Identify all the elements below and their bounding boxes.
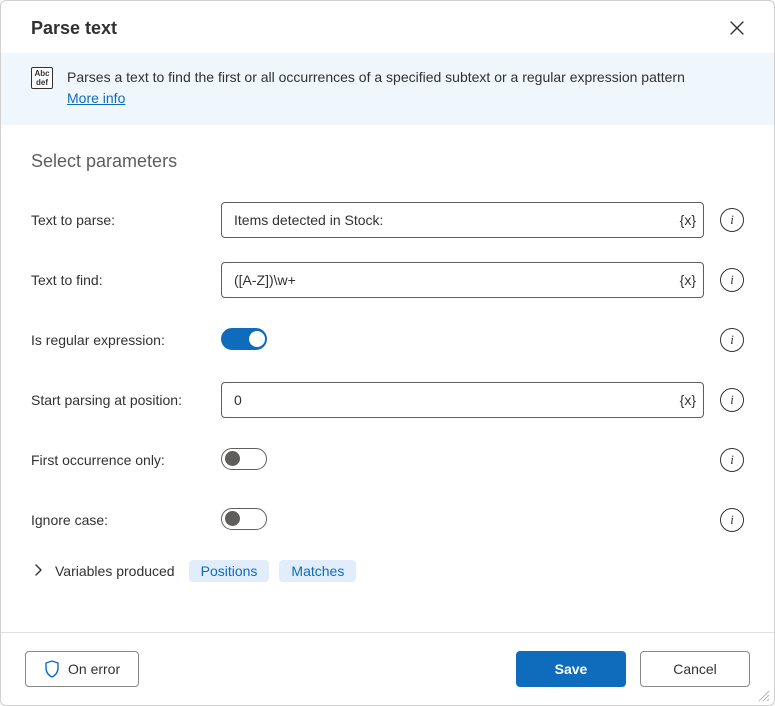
- param-first-only: First occurrence only: i: [31, 430, 744, 490]
- ignore-case-toggle[interactable]: [221, 508, 267, 530]
- param-label: Start parsing at position:: [31, 392, 211, 408]
- param-is-regex: Is regular expression: i: [31, 310, 744, 370]
- close-icon: [730, 21, 744, 35]
- param-text-to-find: Text to find: {x} i: [31, 250, 744, 310]
- cancel-button[interactable]: Cancel: [640, 651, 750, 687]
- info-icon[interactable]: i: [720, 388, 744, 412]
- info-icon[interactable]: i: [720, 448, 744, 472]
- is-regex-toggle[interactable]: [221, 328, 267, 350]
- description-text: Parses a text to find the first or all o…: [67, 67, 685, 109]
- chevron-right-icon[interactable]: [31, 563, 45, 579]
- shield-icon: [44, 660, 60, 678]
- parse-text-dialog: Parse text Abc def Parses a text to find…: [0, 0, 775, 706]
- dialog-body: Select parameters Text to parse: {x} i T…: [1, 125, 774, 632]
- field-wrap: {x}: [221, 262, 704, 298]
- info-icon[interactable]: i: [720, 508, 744, 532]
- param-label: Ignore case:: [31, 512, 211, 528]
- save-button[interactable]: Save: [516, 651, 626, 687]
- on-error-button[interactable]: On error: [25, 651, 139, 687]
- info-icon[interactable]: i: [720, 268, 744, 292]
- param-start-position: Start parsing at position: {x} i: [31, 370, 744, 430]
- field-wrap: {x}: [221, 382, 704, 418]
- more-info-link[interactable]: More info: [67, 90, 125, 106]
- on-error-label: On error: [68, 661, 120, 677]
- param-label: Text to parse:: [31, 212, 211, 228]
- dialog-header: Parse text: [1, 1, 774, 53]
- field-wrap: {x}: [221, 202, 704, 238]
- section-heading: Select parameters: [31, 151, 744, 172]
- dialog-title: Parse text: [31, 18, 117, 39]
- info-icon[interactable]: i: [720, 328, 744, 352]
- text-to-find-input[interactable]: [221, 262, 704, 298]
- info-icon[interactable]: i: [720, 208, 744, 232]
- description-banner: Abc def Parses a text to find the first …: [1, 53, 774, 125]
- param-label: Is regular expression:: [31, 332, 211, 348]
- variable-pill-positions[interactable]: Positions: [189, 560, 270, 582]
- variable-pill-matches[interactable]: Matches: [279, 560, 356, 582]
- variables-label: Variables produced: [55, 563, 175, 579]
- param-label: Text to find:: [31, 272, 211, 288]
- abc-def-icon: Abc def: [31, 67, 53, 89]
- first-only-toggle[interactable]: [221, 448, 267, 470]
- param-text-to-parse: Text to parse: {x} i: [31, 190, 744, 250]
- param-ignore-case: Ignore case: i: [31, 490, 744, 550]
- start-position-input[interactable]: [221, 382, 704, 418]
- variables-produced-row: Variables produced Positions Matches: [31, 560, 744, 582]
- param-label: First occurrence only:: [31, 452, 211, 468]
- close-button[interactable]: [722, 13, 752, 43]
- dialog-footer: On error Save Cancel: [1, 632, 774, 705]
- text-to-parse-input[interactable]: [221, 202, 704, 238]
